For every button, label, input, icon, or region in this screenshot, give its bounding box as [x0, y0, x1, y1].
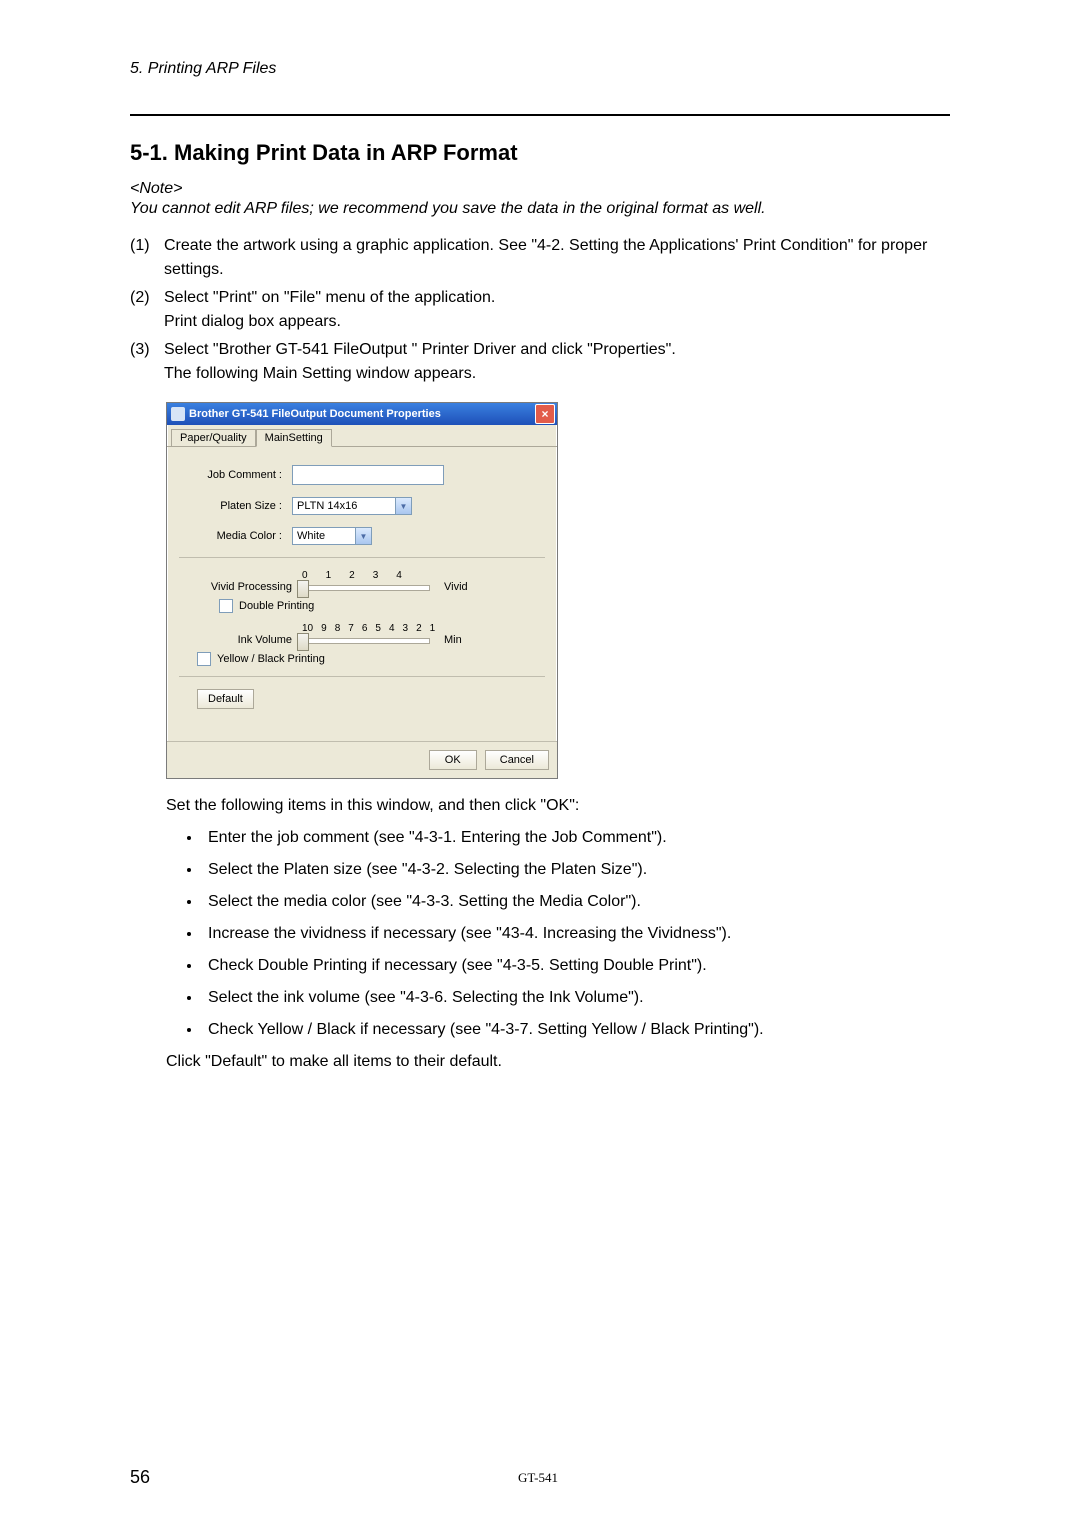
default-button[interactable]: Default: [197, 689, 254, 709]
vivid-processing-label: Vivid Processing: [197, 581, 298, 593]
after-bullets-text: Click "Default" to make all items to the…: [166, 1053, 950, 1071]
ink-slider[interactable]: [298, 638, 430, 644]
platen-size-value: PLTN 14x16: [297, 500, 395, 512]
tab-strip: Paper/Quality MainSetting: [167, 425, 557, 447]
double-printing-checkbox[interactable]: [219, 599, 233, 613]
yellow-black-checkbox[interactable]: [197, 652, 211, 666]
platen-size-label: Platen Size :: [197, 500, 292, 512]
media-color-label: Media Color :: [197, 530, 292, 542]
job-comment-input[interactable]: [292, 465, 444, 485]
tab-panel: Job Comment : Platen Size : PLTN 14x16 ▼…: [167, 447, 557, 741]
close-icon: ×: [541, 407, 548, 421]
bullet-item: Select the ink volume (see "4-3-6. Selec…: [202, 989, 950, 1007]
bullet-item: Check Yellow / Black if necessary (see "…: [202, 1021, 950, 1039]
step-1: (1) Create the artwork using a graphic a…: [130, 234, 950, 282]
step-3: (3) Select "Brother GT-541 FileOutput " …: [130, 338, 950, 386]
media-color-dropdown[interactable]: White ▼: [292, 527, 372, 545]
bullet-list: Enter the job comment (see "4-3-1. Enter…: [130, 829, 950, 1039]
printer-icon: [171, 407, 185, 421]
cancel-button[interactable]: Cancel: [485, 750, 549, 770]
step-text: Create the artwork using a graphic appli…: [164, 234, 950, 282]
platen-size-dropdown[interactable]: PLTN 14x16 ▼: [292, 497, 412, 515]
step-number: (3): [130, 338, 164, 386]
media-color-value: White: [297, 530, 355, 542]
vivid-ticks: 0 1 2 3 4: [298, 570, 402, 581]
yellow-black-label: Yellow / Black Printing: [217, 653, 325, 665]
section-title: 5-1. Making Print Data in ARP Format: [130, 140, 950, 166]
separator: [179, 676, 545, 677]
properties-dialog: Brother GT-541 FileOutput Document Prope…: [166, 402, 558, 779]
ok-button[interactable]: OK: [429, 750, 477, 770]
close-button[interactable]: ×: [535, 404, 555, 424]
page-number: 56: [130, 1467, 150, 1488]
separator: [179, 557, 545, 558]
ink-volume-label: Ink Volume: [197, 634, 298, 646]
step-number: (1): [130, 234, 164, 282]
divider: [130, 114, 950, 116]
vivid-slider[interactable]: [298, 585, 430, 591]
dialog-titlebar[interactable]: Brother GT-541 FileOutput Document Prope…: [167, 403, 557, 425]
steps-list: (1) Create the artwork using a graphic a…: [130, 234, 950, 386]
chevron-down-icon: ▼: [395, 498, 411, 514]
bullet-item: Increase the vividness if necessary (see…: [202, 925, 950, 943]
dialog-button-row: OK Cancel: [167, 741, 557, 778]
tab-main-setting[interactable]: MainSetting: [256, 429, 332, 447]
ink-ticks: 10 9 8 7 6 5 4 3 2 1: [298, 623, 435, 634]
dialog-title: Brother GT-541 FileOutput Document Prope…: [189, 408, 441, 420]
chapter-header: 5. Printing ARP Files: [130, 60, 950, 78]
bullet-item: Select the Platen size (see "4-3-2. Sele…: [202, 861, 950, 879]
step-text: Select "Brother GT-541 FileOutput " Prin…: [164, 338, 950, 386]
step-2: (2) Select "Print" on "File" menu of the…: [130, 286, 950, 334]
after-dialog-text: Set the following items in this window, …: [166, 797, 950, 815]
slider-thumb[interactable]: [297, 580, 309, 598]
step-number: (2): [130, 286, 164, 334]
step-text: Select "Print" on "File" menu of the app…: [164, 286, 950, 334]
tab-paper-quality[interactable]: Paper/Quality: [171, 429, 256, 446]
bullet-item: Select the media color (see "4-3-3. Sett…: [202, 893, 950, 911]
slider-thumb[interactable]: [297, 633, 309, 651]
bullet-item: Check Double Printing if necessary (see …: [202, 957, 950, 975]
job-comment-label: Job Comment :: [197, 469, 292, 481]
footer-model: GT-541: [150, 1470, 926, 1486]
page-footer: 56 GT-541: [130, 1467, 950, 1488]
double-printing-label: Double Printing: [239, 600, 314, 612]
vivid-suffix: Vivid: [444, 581, 468, 593]
chevron-down-icon: ▼: [355, 528, 371, 544]
bullet-item: Enter the job comment (see "4-3-1. Enter…: [202, 829, 950, 847]
ink-suffix: Min: [444, 634, 462, 646]
note-body: You cannot edit ARP files; we recommend …: [130, 200, 950, 218]
note-heading: <Note>: [130, 180, 950, 198]
